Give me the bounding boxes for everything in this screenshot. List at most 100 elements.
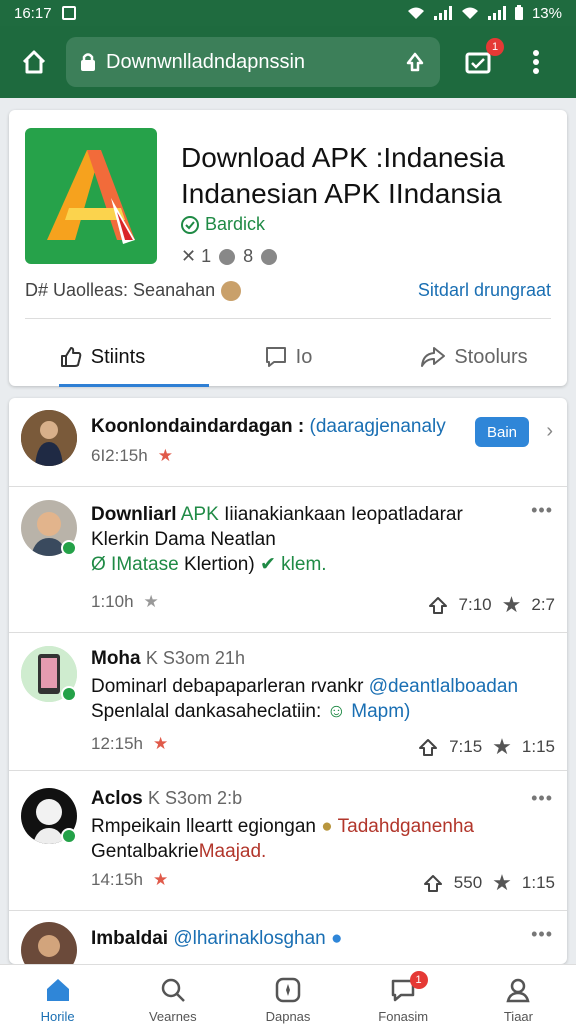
app-stat-2: 8	[243, 246, 254, 266]
kebab-menu-icon	[533, 50, 539, 74]
post-author[interactable]: Koonlondaindardagan : (daaragjenanaly	[91, 416, 446, 438]
nav-label: Tiaar	[503, 1009, 533, 1024]
repost-icon[interactable]	[422, 873, 444, 893]
tab-io[interactable]: Io	[195, 332, 381, 382]
tab-stiints[interactable]: Stiints	[9, 332, 195, 382]
author-meta: K S3om 2:b	[148, 788, 243, 808]
home-icon	[46, 979, 69, 1001]
author-name: Moha	[91, 648, 141, 669]
follow-button[interactable]: Bain	[475, 417, 529, 447]
author-name: Koonlondaindardagan :	[91, 416, 305, 437]
repost-icon[interactable]	[417, 737, 439, 757]
avatar[interactable]	[21, 410, 77, 466]
status-bar: 16:17 13%	[0, 0, 576, 26]
tabs-count-badge: 1	[486, 38, 504, 56]
post-text-b: Tadahdganenha	[337, 816, 474, 837]
post-text: Dominarl debapaparleran rvankr @deantlal…	[91, 674, 551, 724]
app-header-card: Download APK :Indanesia Indanesian APK I…	[9, 110, 567, 387]
app-logo	[25, 128, 157, 264]
author-name: Imbaldai	[91, 928, 169, 949]
post-mention[interactable]: @deantlalboadan	[369, 676, 518, 697]
nav-label: Dapnas	[265, 1009, 311, 1024]
signal-icon	[433, 6, 452, 20]
more-options-icon[interactable]: •••	[531, 924, 553, 945]
tab-stoolurs[interactable]: Stoolurs	[381, 332, 567, 382]
avatar[interactable]	[21, 922, 77, 964]
post-item[interactable]: ••• Aclos K S3om 2:b Rmpeikain lleartt e…	[9, 770, 567, 910]
home-icon	[22, 50, 46, 74]
like-count: 2:7	[531, 595, 555, 614]
post-text-b: APK	[180, 504, 219, 525]
post-time: 12:15h	[91, 734, 143, 753]
browser-toolbar: Downwnlladndapnssin 1	[0, 26, 576, 98]
more-options-icon[interactable]: •••	[531, 788, 553, 809]
emoji-icon: ●	[321, 816, 333, 837]
post-link[interactable]: Mapm)	[351, 701, 410, 722]
globe-icon	[219, 248, 236, 265]
lock-icon	[81, 53, 95, 71]
post-item[interactable]: Koonlondaindardagan : (daaragjenanaly 6I…	[9, 398, 567, 486]
signal-icon-2	[487, 6, 506, 20]
home-button[interactable]	[14, 42, 54, 82]
repost-icon[interactable]	[427, 595, 449, 615]
app-title-line-1: Download APK :Indanesia	[181, 142, 505, 173]
dot-icon	[261, 248, 278, 265]
post-text-a: Dominarl debapaparleran rvankr	[91, 676, 364, 697]
post-text-d: Maajad.	[198, 841, 267, 862]
post-author[interactable]: Aclos K S3om 2:b	[91, 788, 242, 810]
share-arrow-icon	[421, 347, 446, 367]
post-time: 14:15h	[91, 870, 143, 889]
nav-compass[interactable]: Dapnas	[230, 965, 345, 1024]
tabs-button[interactable]: 1	[458, 38, 504, 82]
tab-label: Stiints	[90, 345, 146, 368]
comment-icon	[265, 347, 286, 367]
more-menu-button[interactable]	[516, 42, 556, 82]
post-text: Rmpeikain lleartt egiongan ● Tadahdganen…	[91, 814, 551, 864]
like-icon[interactable]: ★	[492, 870, 512, 896]
author-handle: @lharinaklosghan	[173, 928, 326, 949]
bottom-navigation: Horile Vearnes Dapnas 1 Fonasim Tiaar	[0, 964, 576, 1024]
post-text-e: Klertion)	[183, 554, 255, 575]
post-item[interactable]: ••• Downliarl APK Iiianakiankaan Ieopatl…	[9, 486, 567, 632]
post-text-f: ✔ klem.	[259, 554, 327, 575]
post-text-d: Ø IMatase	[91, 554, 179, 575]
post-text-line-2: Klerkin Dama Neatlan	[91, 529, 276, 550]
like-count: 1:15	[521, 873, 555, 892]
nav-home[interactable]: Horile	[0, 965, 115, 1024]
star-icon: ★	[153, 734, 169, 753]
verified-icon	[181, 215, 199, 234]
repost-count: 7:10	[458, 595, 492, 614]
address-bar[interactable]: Downwnlladndapnssin	[66, 37, 440, 87]
like-count: 1:15	[521, 737, 555, 756]
like-icon[interactable]: ★	[492, 734, 512, 760]
author-handle: (daaragjenanaly	[309, 416, 446, 437]
post-meta: 12:15h ★	[91, 734, 168, 754]
nav-label: Vearnes	[148, 1009, 197, 1024]
post-item[interactable]: ••• Imbaldai @lharinaklosghan ●	[9, 910, 567, 964]
verified-badge-icon	[61, 540, 77, 556]
app-stat-1: ✕ 1	[181, 246, 212, 266]
app-stats: ✕ 1 8	[181, 246, 278, 267]
like-icon[interactable]: ★	[502, 592, 522, 618]
nav-messages[interactable]: 1 Fonasim	[346, 965, 461, 1024]
emoji-icon: ☺	[326, 701, 346, 722]
nav-profile[interactable]: Tiaar	[461, 965, 576, 1024]
verified-badge-icon	[61, 686, 77, 702]
post-meta: 14:15h ★	[91, 870, 168, 890]
chevron-right-icon[interactable]: ›	[546, 420, 553, 443]
post-text-c: Iiianakiankaan Ieopatladarar	[224, 504, 463, 525]
battery-percent: 13%	[531, 4, 562, 22]
star-icon: ★	[153, 870, 169, 889]
post-time: 6I2:15h	[91, 446, 148, 465]
post-author[interactable]: Imbaldai @lharinaklosghan ●	[91, 928, 343, 950]
repost-count: 7:15	[449, 737, 483, 756]
app-link[interactable]: Sitdarl drungraat	[418, 280, 551, 301]
post-item[interactable]: Moha K S3om 21h Dominarl debapaparleran …	[9, 632, 567, 770]
star-icon: ★	[143, 592, 159, 611]
nav-search[interactable]: Vearnes	[115, 965, 230, 1024]
divider	[25, 318, 551, 319]
post-author[interactable]: Moha K S3om 21h	[91, 648, 245, 670]
app-developer[interactable]: Bardick	[181, 214, 265, 235]
share-icon[interactable]	[404, 51, 426, 73]
battery-icon	[514, 5, 523, 20]
